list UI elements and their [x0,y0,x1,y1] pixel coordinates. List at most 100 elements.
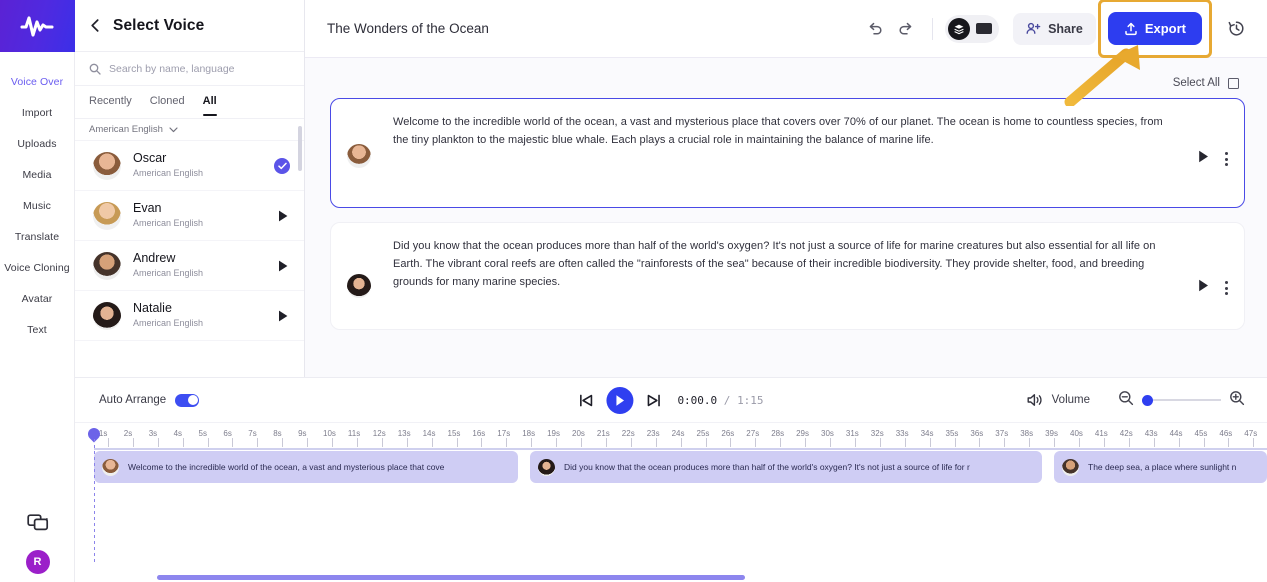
left-navigation-rail: Voice Over Import Uploads Media Music Tr… [0,0,75,582]
play-icon[interactable] [1198,150,1209,168]
ruler-tick-line [232,438,234,447]
ruler-tick-label: 16s [472,429,486,438]
timeline-clip[interactable]: Did you know that the ocean produces mor… [530,451,1042,483]
tab-all[interactable]: All [202,95,217,116]
ruler-tick-line [282,438,284,447]
script-card-controls [1198,279,1230,297]
sidebar-item-avatar[interactable]: Avatar [0,283,74,314]
chat-bubbles-icon[interactable] [25,512,51,534]
zoom-in-icon[interactable] [1229,390,1245,411]
skip-previous-icon[interactable] [578,393,593,408]
select-all-checkbox[interactable] [1228,77,1239,89]
ruler-baseline [94,448,1267,450]
ruler-tick-line [332,438,333,447]
ruler-tick-line [406,438,408,447]
sidebar-item-translate[interactable]: Translate [0,221,74,252]
timeline-horizontal-scrollbar[interactable] [157,575,745,580]
ruler-tick-line [506,438,508,447]
language-group-label: American English [89,124,163,135]
ruler-tick-label: 11s [347,429,361,438]
list-item[interactable]: Oscar American English [75,141,304,191]
rail-item-list: Voice Over Import Uploads Media Music Tr… [0,66,74,345]
script-card[interactable]: Welcome to the incredible world of the o… [330,98,1245,208]
ruler-tick-line [830,438,831,447]
list-item[interactable]: Natalie American English [75,291,304,341]
ruler-tick-line [805,438,807,447]
skip-next-icon[interactable] [646,393,661,408]
ruler-tick-label: 9s [298,429,307,438]
history-clock-icon[interactable] [1221,14,1251,44]
export-button-wrapper: Export [1097,0,1212,58]
list-item[interactable]: Andrew American English [75,241,304,291]
zoom-slider-control [1118,390,1245,411]
voice-list-scrollbar[interactable] [297,126,302,171]
avatar[interactable]: R [25,550,50,574]
sidebar-item-media[interactable]: Media [0,159,74,190]
language-group-header[interactable]: American English [75,119,304,141]
ruler-tick-line [730,438,732,447]
volume-control[interactable]: Volume [1027,393,1090,407]
ruler-tick-line [929,438,931,447]
ruler-tick-label: 6s [223,429,232,438]
tab-recently[interactable]: Recently [89,95,132,109]
voice-meta: Natalie American English [133,301,264,329]
ruler-tick-label: 5s [198,429,207,438]
script-card-controls [1198,150,1230,168]
tab-cloned[interactable]: Cloned [150,95,185,109]
share-people-icon [1026,22,1041,34]
undo-arrow-icon[interactable] [860,14,890,44]
auto-arrange-toggle[interactable] [175,393,200,407]
zoom-slider-track[interactable] [1153,399,1221,401]
redo-arrow-icon[interactable] [890,14,920,44]
ruler-tick-line [107,438,109,447]
auto-arrange-control[interactable]: Auto Arrange [99,393,200,407]
select-all-row: Select All [330,68,1245,98]
page-title: Select Voice [113,16,205,34]
avatar [93,301,121,330]
play-button[interactable] [606,386,634,414]
play-icon[interactable] [1198,279,1209,297]
export-button[interactable]: Export [1107,12,1202,45]
script-card[interactable]: Did you know that the ocean produces mor… [330,222,1245,330]
ruler-tick-line [1253,438,1255,447]
view-mode-toggle[interactable] [945,14,1000,43]
chevron-left-icon[interactable] [89,19,102,32]
zoom-out-icon[interactable] [1118,390,1134,411]
sidebar-item-voice-cloning[interactable]: Voice Cloning [0,252,74,283]
ruler-tick-label: 15s [447,429,461,438]
sidebar-item-voice-over[interactable]: Voice Over [0,66,74,97]
play-icon[interactable] [276,260,290,272]
search-input[interactable] [109,62,289,75]
play-icon[interactable] [276,310,290,322]
voice-meta: Andrew American English [133,251,264,279]
ruler-tick-line [531,438,533,447]
ruler-tick-label: 40s [1070,429,1083,438]
ruler-tick-line [705,438,707,447]
app-logo[interactable] [0,0,75,52]
sidebar-item-text[interactable]: Text [0,314,74,345]
editor-header: The Wonders of the Ocean Share Export [305,0,1267,58]
share-button[interactable]: Share [1013,12,1096,45]
sidebar-item-label: Avatar [21,292,53,305]
ruler-tick-label: 35s [945,429,959,438]
kebab-menu-icon[interactable] [1223,279,1230,297]
zoom-slider-handle[interactable] [1142,394,1153,406]
ruler-tick-label: 41s [1094,429,1108,438]
timeline-ruler[interactable]: 1s 2s 3s 4s 5s 6s 7s 8s 9s 10s 11s 12s 13s 14s 15s 16s 1… [83,423,1267,451]
timeline: 1s 2s 3s 4s 5s 6s 7s 8s 9s 10s 11s 12s 13s 14s 15s 16s 1… [75,423,1267,582]
play-icon[interactable] [276,210,290,222]
ruler-tick-label: 26s [721,429,735,438]
sidebar-item-import[interactable]: Import [0,97,74,128]
check-icon[interactable] [274,157,290,174]
timeline-clip[interactable]: Welcome to the incredible world of the o… [94,451,518,483]
script-text[interactable]: Did you know that the ocean produces mor… [371,237,1198,291]
share-label: Share [1048,21,1083,36]
timeline-clip[interactable]: The deep sea, a place where sunlight n [1054,451,1267,483]
ruler-tick-line [257,438,259,447]
script-text[interactable]: Welcome to the incredible world of the o… [371,113,1198,149]
ruler-tick-label: 34s [920,429,934,438]
kebab-menu-icon[interactable] [1223,150,1230,168]
sidebar-item-uploads[interactable]: Uploads [0,128,74,159]
list-item[interactable]: Evan American English [75,191,304,241]
sidebar-item-music[interactable]: Music [0,190,74,221]
